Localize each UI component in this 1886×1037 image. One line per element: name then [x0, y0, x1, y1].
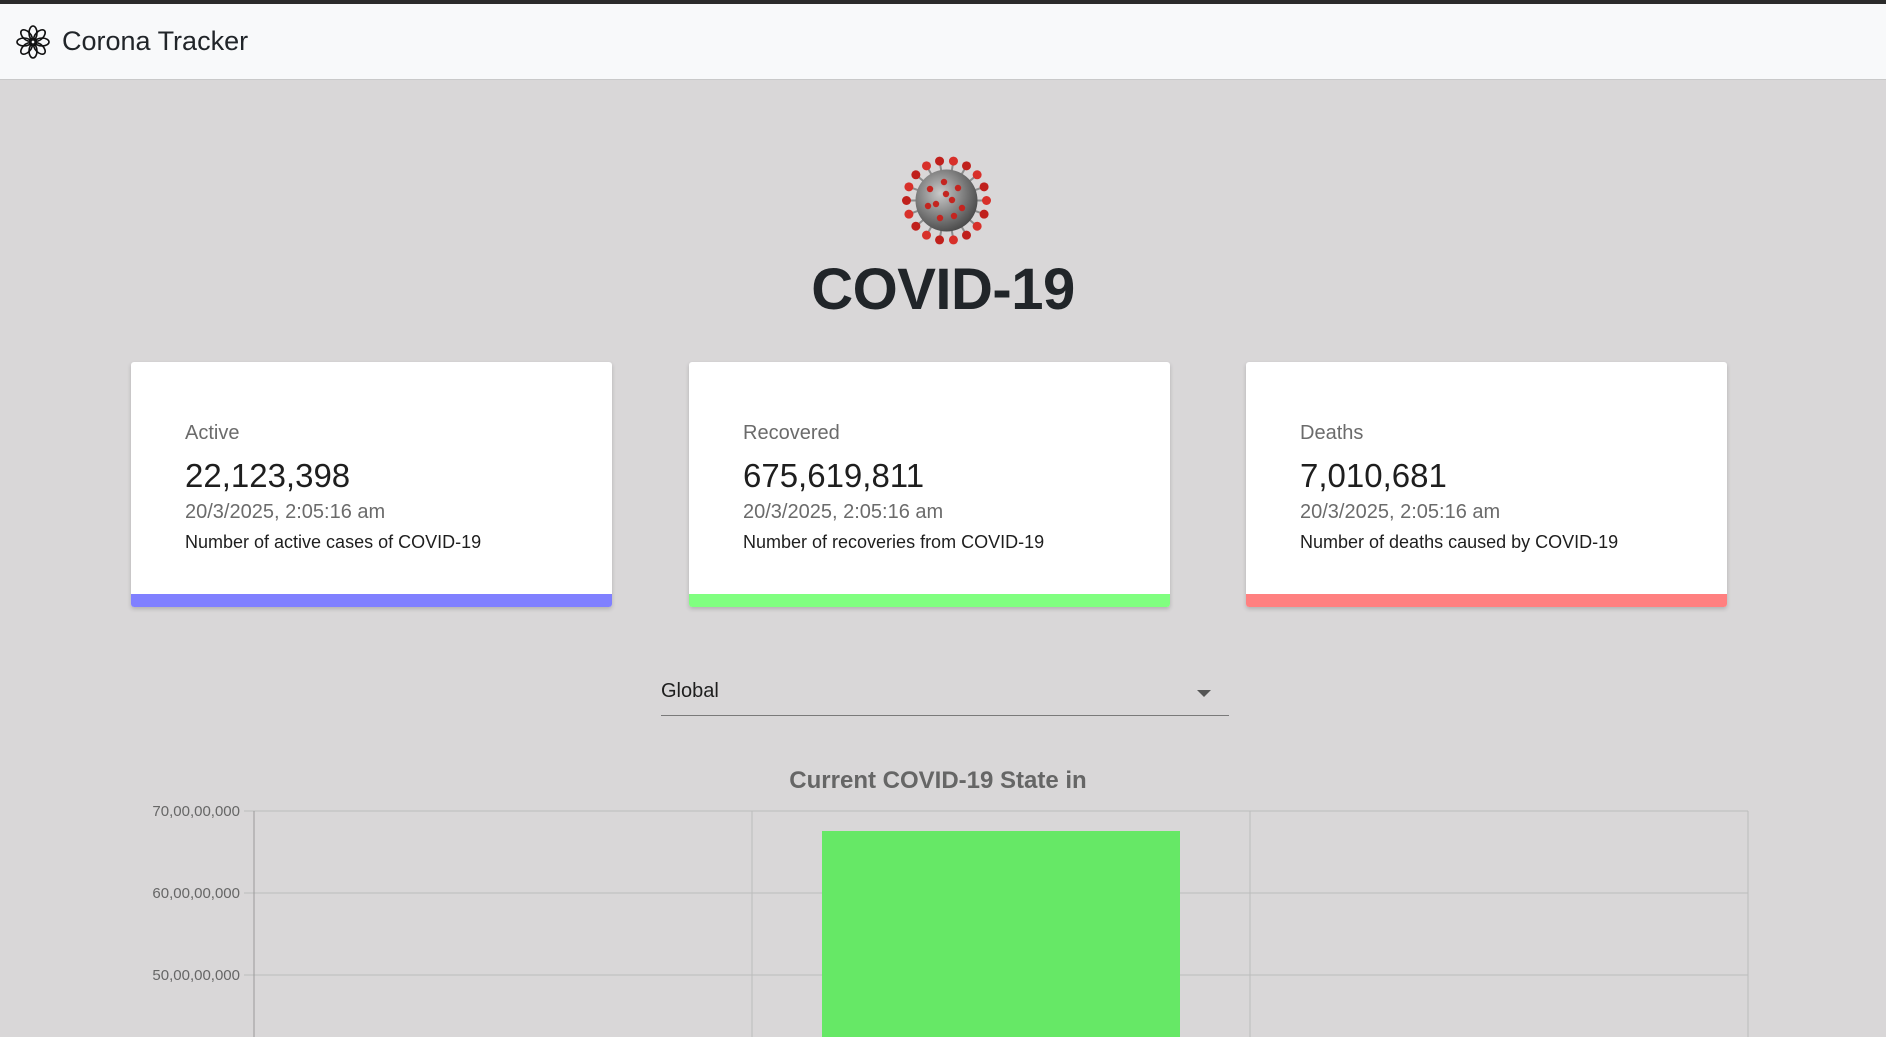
recovered-value: 675,619,811	[743, 457, 925, 494]
recovered-label: Recovered	[743, 422, 840, 444]
page-title: COVID-19	[811, 257, 1075, 322]
recovered-date: 20/3/2025, 2:05:16 am	[743, 501, 944, 523]
y-tick-label: 50,00,00,000	[152, 967, 240, 984]
active-color-bar	[131, 594, 612, 607]
y-tick-label: 70,00,00,000	[152, 803, 240, 820]
country-select-value: Global	[661, 680, 719, 702]
app-root: Corona Tracker COVID-19 Active 22,123,39…	[0, 4, 1886, 1037]
deaths-description: Number of deaths caused by COVID-19	[1300, 532, 1619, 552]
deaths-card: Deaths 7,010,681 20/3/2025, 2:05:16 am N…	[1246, 362, 1727, 607]
active-value: 22,123,398	[185, 457, 351, 494]
deaths-label: Deaths	[1300, 422, 1364, 444]
active-description: Number of active cases of COVID-19	[185, 532, 482, 552]
navbar: Corona Tracker	[0, 4, 1886, 80]
bar-chart: 70,00,00,000 60,00,00,000 50,00,00,000	[152, 803, 1749, 1037]
active-card: Active 22,123,398 20/3/2025, 2:05:16 am …	[131, 362, 612, 607]
y-tick-label: 60,00,00,000	[152, 885, 240, 902]
deaths-color-bar	[1246, 594, 1727, 607]
bar-1	[822, 830, 1180, 1037]
navbar-brand[interactable]: Corona Tracker	[62, 26, 248, 57]
recovered-description: Number of recoveries from COVID-19	[743, 532, 1045, 552]
flower-icon[interactable]	[16, 24, 50, 59]
active-date: 20/3/2025, 2:05:16 am	[185, 501, 386, 523]
country-select[interactable]: Global	[661, 670, 1229, 716]
deaths-date: 20/3/2025, 2:05:16 am	[1300, 501, 1501, 523]
recovered-card: Recovered 675,619,811 20/3/2025, 2:05:16…	[689, 362, 1170, 607]
recovered-color-bar	[689, 594, 1170, 607]
coronavirus-image	[902, 156, 991, 245]
chart-title: Current COVID-19 State in	[789, 767, 1087, 794]
chevron-down-icon[interactable]	[1197, 690, 1211, 697]
active-label: Active	[185, 422, 240, 444]
deaths-value: 7,010,681	[1300, 457, 1447, 494]
